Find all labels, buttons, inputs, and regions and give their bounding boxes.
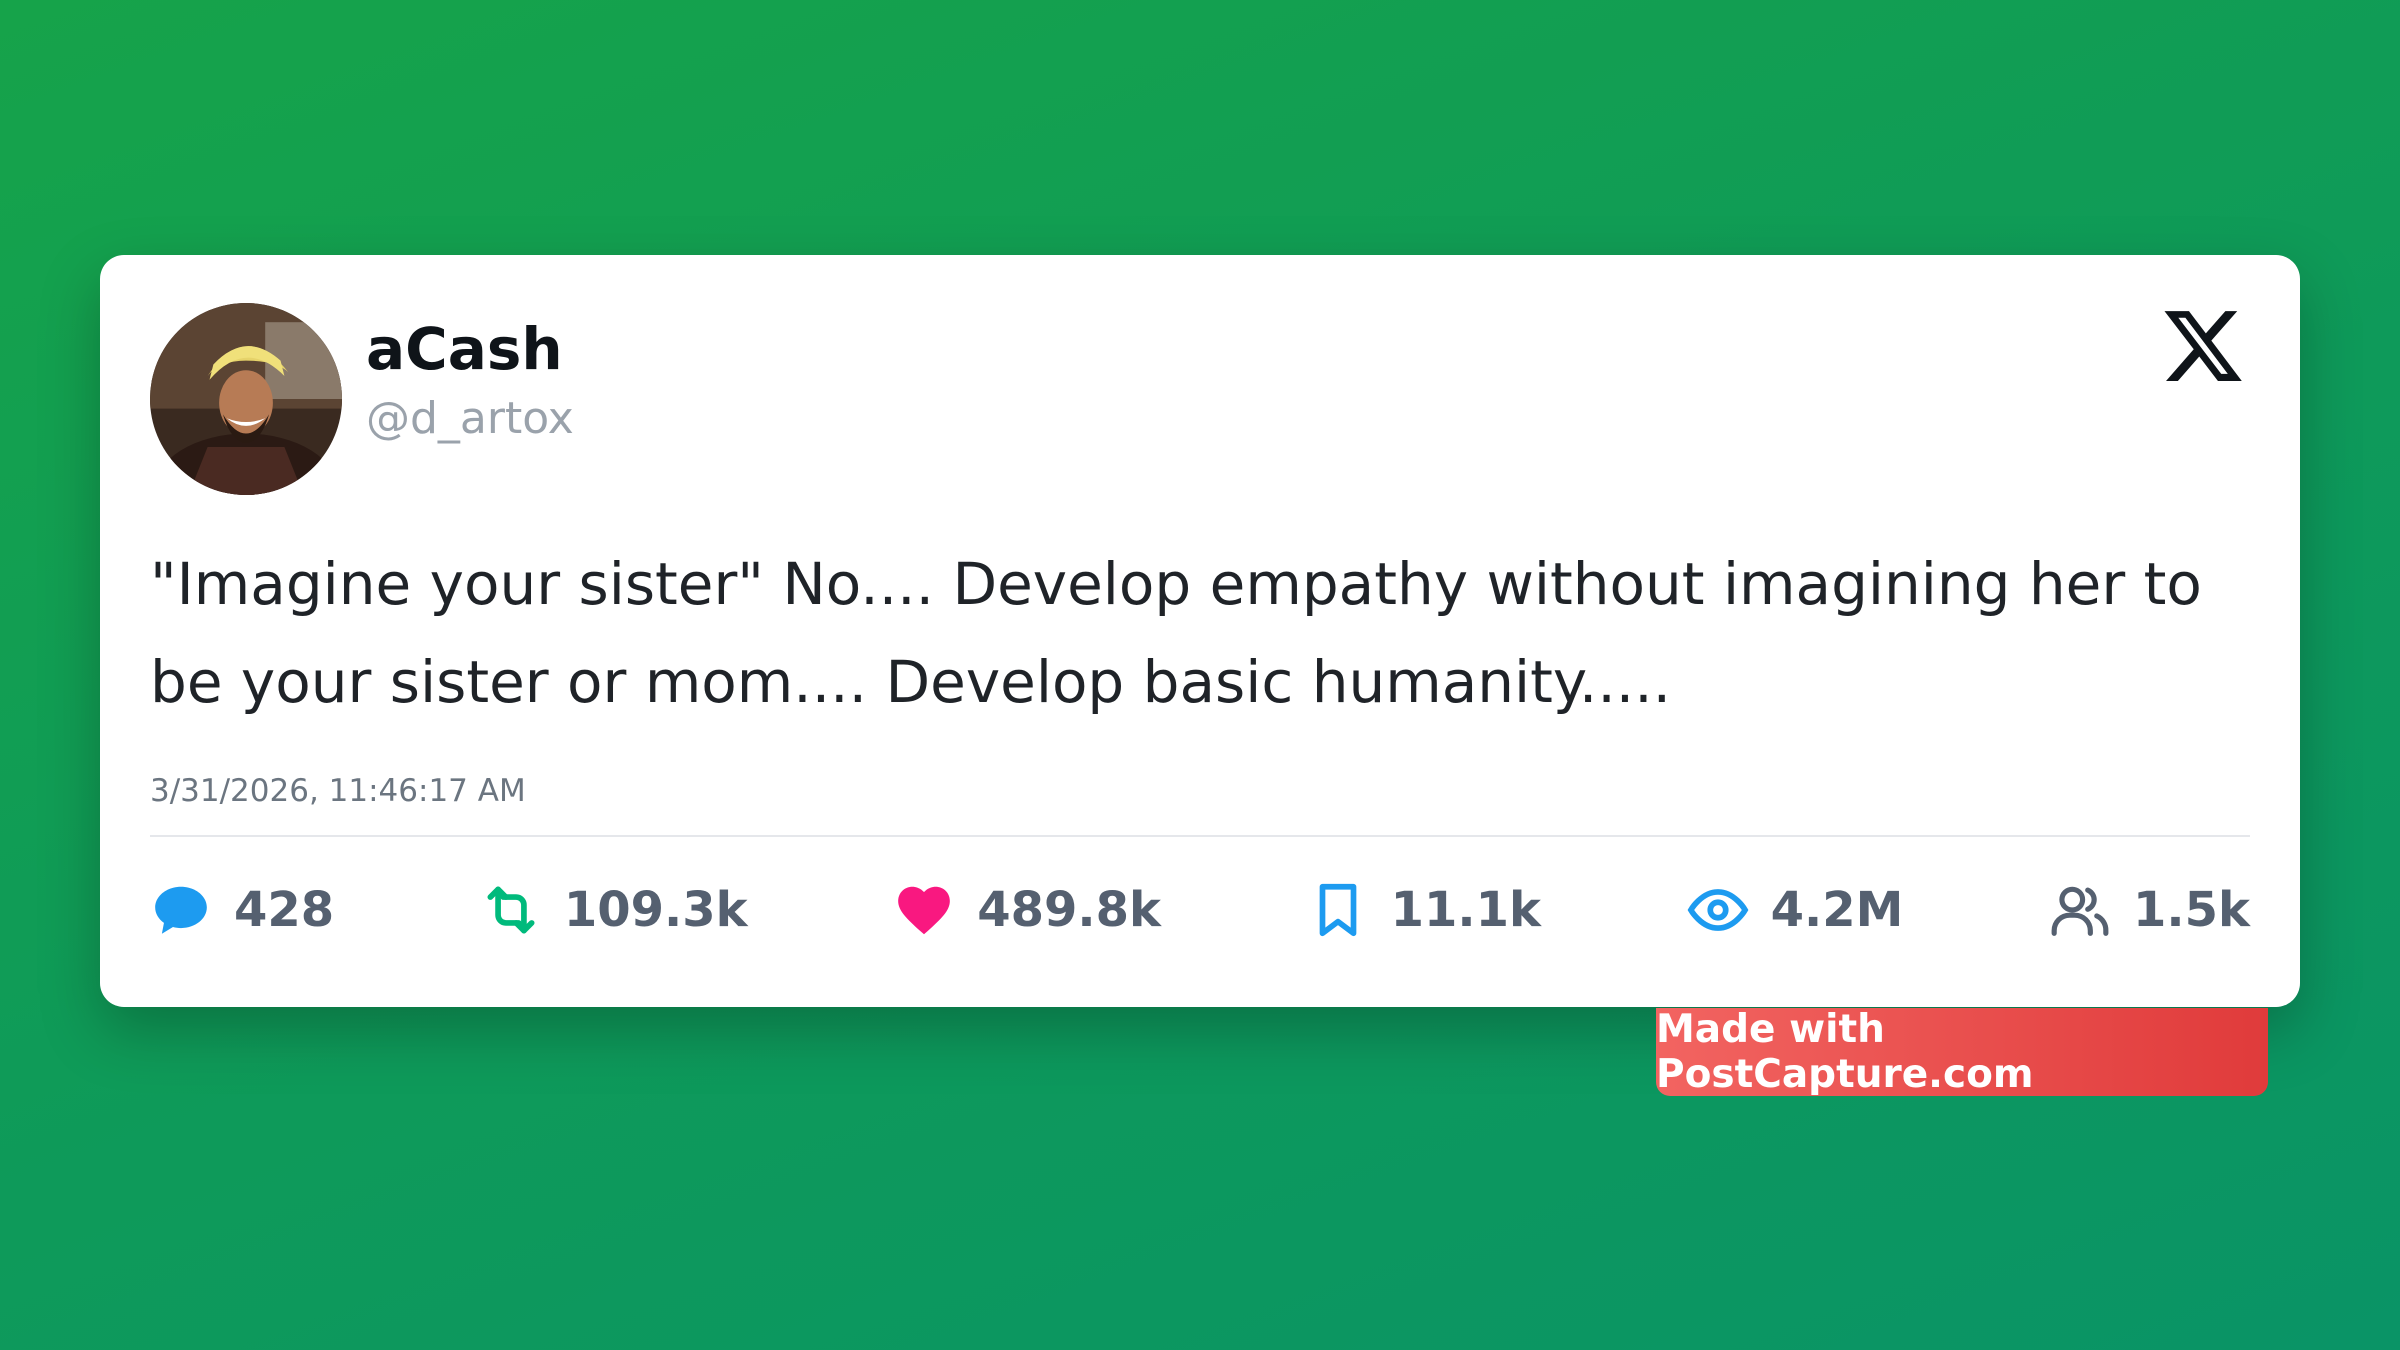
display-name[interactable]: aCash — [366, 315, 563, 383]
followers-count: 1.5k — [2132, 882, 2250, 938]
tweet-card: aCash @d_artox "Imagine your sister" No.… — [100, 255, 2300, 1007]
like-stat[interactable]: 489.8k — [893, 879, 1161, 941]
heart-icon — [898, 886, 951, 935]
users-icon — [2051, 886, 2109, 936]
reply-stat[interactable]: 428 — [150, 879, 334, 941]
post-timestamp: 3/31/2026, 11:46:17 AM — [150, 773, 526, 809]
bookmark-icon — [1319, 883, 1356, 937]
followers-stat[interactable]: 1.5k — [2049, 879, 2250, 941]
x-logo-icon[interactable] — [2158, 303, 2248, 389]
reply-count: 428 — [234, 882, 335, 938]
tweet-text: "Imagine your sister" No.... Develop emp… — [150, 550, 2202, 716]
watermark-badge[interactable]: Made with PostCapture.com — [1656, 1007, 2268, 1097]
eye-icon — [1687, 889, 1748, 931]
repost-arrows-icon — [487, 886, 535, 934]
bookmark-count: 11.1k — [1390, 882, 1541, 938]
user-handle[interactable]: @d_artox — [366, 393, 574, 444]
engagement-stats: 428 109.3k 489.8k 11.1k 4.2M 1.5k — [150, 865, 2250, 955]
speech-bubble-icon — [155, 886, 207, 934]
repost-stat[interactable]: 109.3k — [480, 879, 748, 941]
like-count: 489.8k — [977, 882, 1161, 938]
divider — [150, 835, 2250, 837]
views-stat[interactable]: 4.2M — [1687, 879, 1904, 941]
repost-count: 109.3k — [563, 882, 748, 938]
views-count: 4.2M — [1770, 882, 1904, 938]
avatar[interactable] — [150, 303, 342, 495]
avatar-photo — [150, 303, 342, 495]
bookmark-stat[interactable]: 11.1k — [1307, 879, 1541, 941]
